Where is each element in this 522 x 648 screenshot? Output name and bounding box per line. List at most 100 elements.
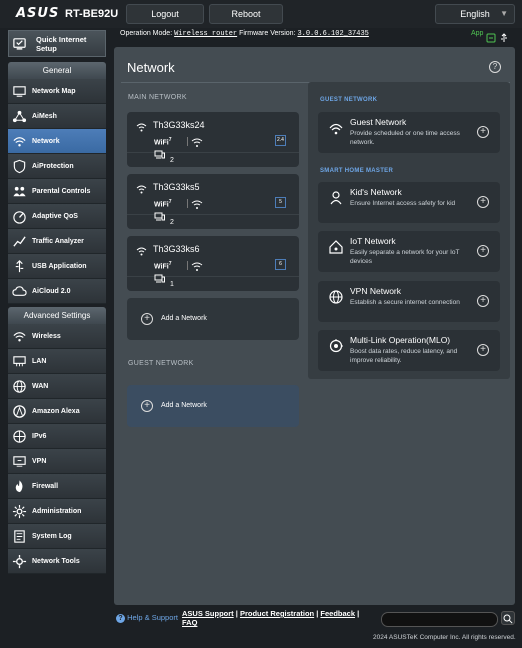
smart-home-master-title: SMART HOME MASTER (320, 168, 394, 174)
sidebar-item-label: Network Map (32, 87, 76, 95)
sidebar-item-label: Traffic Analyzer (32, 237, 84, 245)
network-name: Th3G33ks5 (153, 182, 200, 192)
reboot-button[interactable]: Reboot (209, 4, 283, 24)
sidebar-item-aiprotection[interactable]: AiProtection (8, 154, 106, 179)
sidebar-item-firewall[interactable]: Firewall (8, 474, 106, 499)
sidebar-item-usb-application[interactable]: USB Application (8, 254, 106, 279)
quick-internet-setup-button[interactable]: Quick Internet Setup (8, 30, 106, 57)
wifi-signal-icon (191, 259, 203, 277)
network-card-1[interactable]: Th3G33ks24 WiFi7 2.4 2 (127, 112, 299, 167)
network-name: Th3G33ks24 (153, 120, 205, 130)
firmware-link[interactable]: 3.0.0.6.102_37435 (297, 30, 368, 38)
band-badge: 2.4 (275, 135, 286, 146)
mlo-icon (328, 338, 344, 359)
add-circle-icon[interactable]: + (477, 196, 489, 208)
wizard-icon (12, 36, 27, 51)
main-network-label: MAIN NETWORK (128, 94, 187, 101)
wifi7-badge: WiFi7 (154, 137, 172, 147)
search-button[interactable] (501, 611, 515, 625)
wifi7-badge: WiFi7 (154, 261, 172, 271)
sidebar-item-lan[interactable]: LAN (8, 349, 106, 374)
sidebar-item-network-map[interactable]: Network Map (8, 79, 106, 104)
alexa-icon (12, 404, 27, 419)
tools-icon (12, 554, 27, 569)
wifi7-badge: WiFi7 (154, 199, 172, 209)
router-model: RT-BE92U (65, 8, 119, 20)
footer-links: ASUS Support | Product Registration | Fe… (182, 609, 360, 627)
help-support-label: Help & Support (127, 613, 178, 622)
band-badge: 6 (275, 259, 286, 270)
guest-network-title: GUEST NETWORK (320, 97, 378, 103)
sidebar-item-amazon-alexa[interactable]: Amazon Alexa (8, 399, 106, 424)
aimesh-icon (12, 109, 27, 124)
network-card-3[interactable]: Th3G33ks6 WiFi7 6 1 (127, 236, 299, 291)
sidebar-item-label: AiCloud 2.0 (32, 287, 71, 295)
option-title: VPN Network (350, 286, 402, 296)
faq-link[interactable]: FAQ (182, 618, 197, 627)
wifi-signal-icon (191, 197, 203, 215)
sidebar-item-label: USB Application (32, 262, 87, 270)
feedback-link[interactable]: Feedback (320, 609, 355, 618)
device-icon (154, 208, 165, 226)
sidebar-item-label: AiMesh (32, 112, 57, 120)
app-status-icon[interactable] (486, 30, 496, 48)
advanced-section-title: Advanced Settings (8, 307, 106, 324)
logout-button[interactable]: Logout (126, 4, 204, 24)
help-icon[interactable]: ? (489, 61, 501, 73)
sidebar-item-adaptive-qos[interactable]: Adaptive QoS (8, 204, 106, 229)
device-icon (154, 270, 165, 288)
kids-network-option[interactable]: Kid's Network Ensure Internet access saf… (318, 182, 500, 223)
sidebar-item-wan[interactable]: WAN (8, 374, 106, 399)
faq-search-input[interactable] (381, 612, 498, 627)
shield-icon (12, 159, 27, 174)
option-title: Kid's Network (350, 187, 402, 197)
network-ssid-icon (136, 182, 147, 200)
sidebar-item-network[interactable]: Network (8, 129, 106, 154)
general-section-title: General (8, 62, 106, 79)
sidebar-item-label: Adaptive QoS (32, 212, 78, 220)
usb-icon (12, 259, 27, 274)
sidebar-item-parental-controls[interactable]: Parental Controls (8, 179, 106, 204)
sidebar-item-wireless[interactable]: Wireless (8, 324, 106, 349)
status-line: Operation Mode: Wireless router Firmware… (120, 30, 369, 38)
mlo-network-option[interactable]: Multi-Link Operation(MLO) Boost data rat… (318, 330, 500, 371)
family-icon (12, 184, 27, 199)
sidebar-item-aimesh[interactable]: AiMesh (8, 104, 106, 129)
asus-logo[interactable]: ASUS (16, 6, 59, 21)
add-guest-network-button[interactable]: + Add a Network (127, 385, 299, 427)
device-count: 1 (170, 281, 174, 288)
sidebar-item-administration[interactable]: Administration (8, 499, 106, 524)
usb-status-icon[interactable] (499, 30, 509, 48)
option-title: Multi-Link Operation(MLO) (350, 335, 451, 345)
add-circle-icon[interactable]: + (477, 126, 489, 138)
add-main-network-button[interactable]: + Add a Network (127, 298, 299, 340)
product-registration-link[interactable]: Product Registration (240, 609, 314, 618)
network-card-2[interactable]: Th3G33ks5 WiFi7 5 2 (127, 174, 299, 229)
copyright: 2024 ASUSTeK Computer Inc. All rights re… (373, 634, 516, 641)
operation-mode-link[interactable]: Wireless router (174, 30, 237, 38)
sidebar-item-system-log[interactable]: System Log (8, 524, 106, 549)
sidebar-item-network-tools[interactable]: Network Tools (8, 549, 106, 574)
sidebar-item-aicloud-2-0[interactable]: AiCloud 2.0 (8, 279, 106, 304)
add-circle-icon[interactable]: + (477, 344, 489, 356)
language-value: English (460, 9, 490, 19)
app-label[interactable]: App (471, 30, 483, 37)
add-circle-icon[interactable]: + (477, 295, 489, 307)
asus-support-link[interactable]: ASUS Support (182, 609, 234, 618)
option-description: Boost data rates, reduce latency, and im… (350, 348, 458, 364)
option-title: IoT Network (350, 236, 396, 246)
sidebar-item-label: IPv6 (32, 432, 47, 440)
help-support: ? Help & Support (116, 613, 178, 623)
device-count: 2 (170, 219, 174, 226)
vpn-globe-icon (328, 289, 344, 310)
vpn-network-option[interactable]: VPN Network Establish a secure internet … (318, 281, 500, 322)
iot-network-option[interactable]: IoT Network Easily separate a network fo… (318, 231, 500, 272)
firewall-icon (12, 479, 27, 494)
sidebar-item-traffic-analyzer[interactable]: Traffic Analyzer (8, 229, 106, 254)
sidebar-item-ipv6[interactable]: IPv6 (8, 424, 106, 449)
language-select[interactable]: English ▼ (435, 4, 515, 24)
add-circle-icon[interactable]: + (477, 245, 489, 257)
guest-network-option[interactable]: Guest Network Provide scheduled or one t… (318, 112, 500, 153)
sidebar-item-label: Wireless (32, 332, 61, 340)
sidebar-item-vpn[interactable]: VPN (8, 449, 106, 474)
